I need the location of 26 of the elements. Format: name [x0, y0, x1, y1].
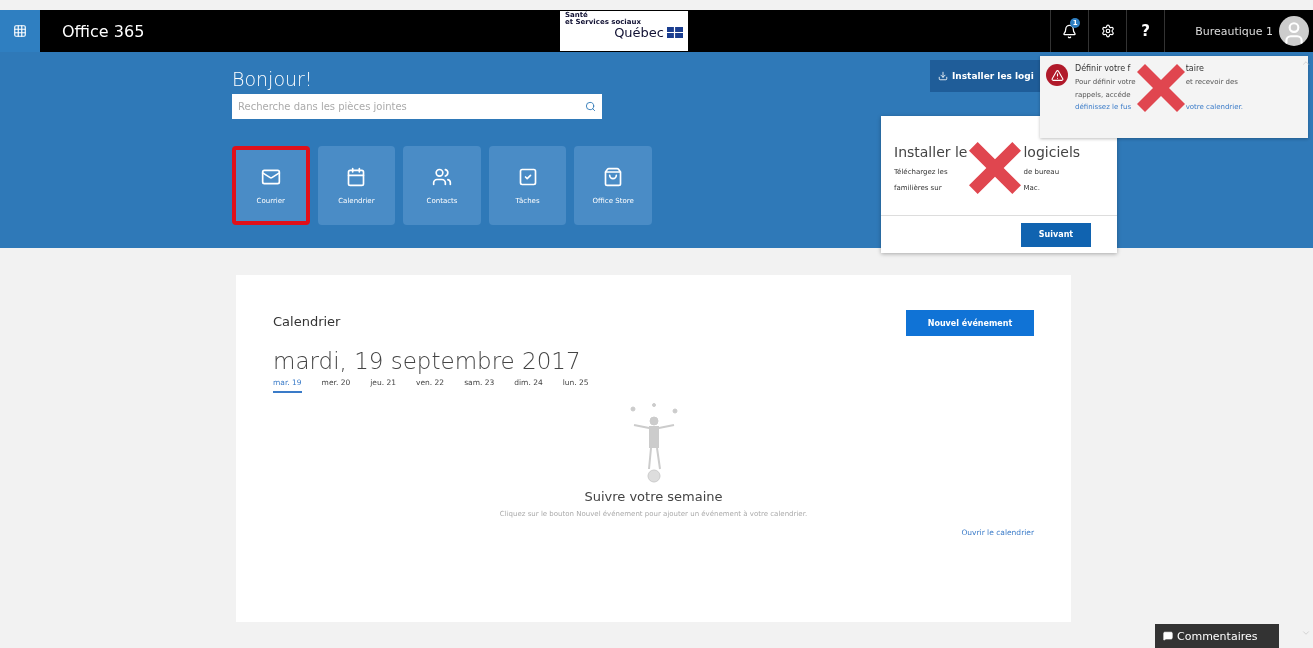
search-icon: [585, 101, 596, 112]
calendar-icon: [346, 166, 367, 187]
bell-icon: [1062, 23, 1078, 39]
avatar-icon: [1279, 16, 1309, 46]
speech-bubble-icon: [1163, 631, 1173, 641]
notification-title: taire: [1185, 64, 1205, 74]
next-button[interactable]: Suivant: [1021, 222, 1091, 247]
search-field[interactable]: Recherche dans les pièces jointes: [232, 94, 602, 119]
gear-icon: [1100, 24, 1115, 38]
app-title: Office 365: [61, 20, 146, 43]
download-icon: [938, 71, 948, 81]
popup-title: Installer le: [894, 144, 968, 161]
popup-title: logiciels: [1023, 144, 1081, 161]
shopping-bag-icon: [603, 166, 624, 187]
greeting: Bonjour!: [232, 68, 314, 90]
grid-icon: [13, 24, 27, 38]
empty-state-title: Suivre votre semaine: [584, 489, 723, 504]
notification-title: Définir votre f: [1075, 64, 1132, 74]
warning-icon: [1046, 64, 1068, 86]
checkbox-icon: [517, 166, 538, 187]
people-icon: [432, 166, 452, 187]
app-launcher-button[interactable]: [0, 10, 40, 52]
date-heading: mardi, 19 septembre 2017: [273, 348, 582, 374]
feedback-button[interactable]: Commentaires: [1155, 624, 1279, 648]
new-event-button[interactable]: Nouvel événement: [906, 310, 1034, 336]
card-heading: Calendrier: [273, 314, 341, 329]
